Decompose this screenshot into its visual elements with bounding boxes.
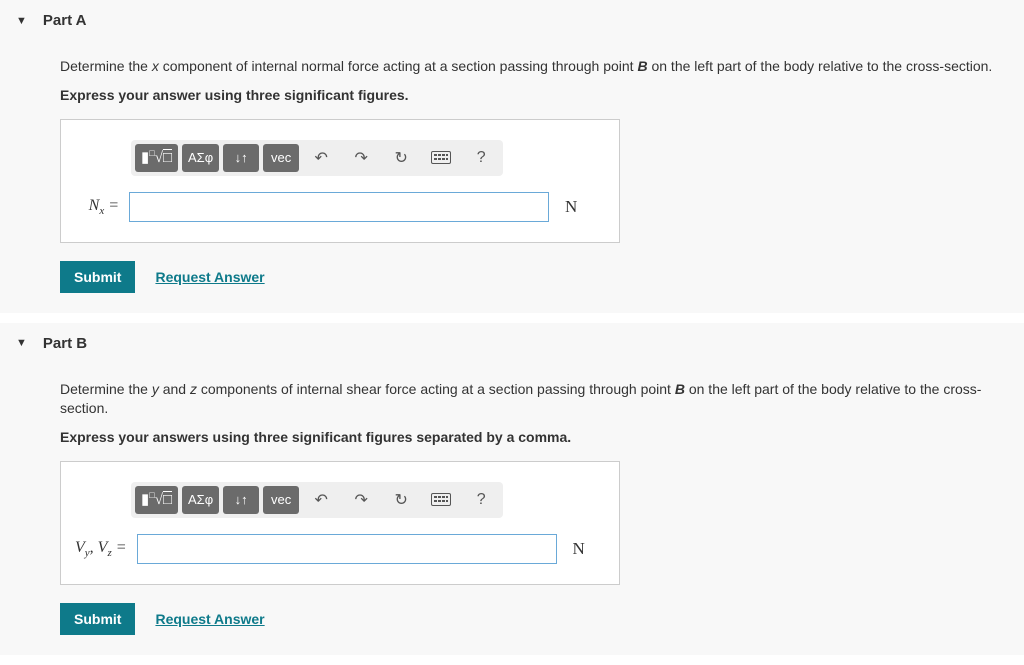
part-b-answer-box: ▮□√□ ΑΣφ ↓↑ vec ↶ ↷ ↻ ? Vy, Vz = N [60, 461, 620, 585]
request-answer-link[interactable]: Request Answer [155, 611, 264, 627]
part-b-variable-label: Vy, Vz = [75, 539, 127, 559]
variable-z: z [190, 381, 197, 397]
equation-toolbar: ▮□√□ ΑΣφ ↓↑ vec ↶ ↷ ↻ ? [131, 482, 503, 518]
reset-button[interactable]: ↻ [383, 144, 419, 172]
submit-button[interactable]: Submit [60, 261, 135, 293]
part-a-instruction: Express your answer using three signific… [60, 87, 1008, 103]
redo-button[interactable]: ↷ [343, 486, 379, 514]
part-a-actions: Submit Request Answer [60, 261, 1008, 293]
keyboard-icon [431, 151, 451, 164]
submit-button[interactable]: Submit [60, 603, 135, 635]
undo-button[interactable]: ↶ [303, 486, 339, 514]
request-answer-link[interactable]: Request Answer [155, 269, 264, 285]
help-button[interactable]: ? [463, 144, 499, 172]
caret-down-icon: ▼ [16, 337, 27, 349]
text: Determine the [60, 381, 152, 397]
part-b-section: ▼ Part B Determine the y and z component… [0, 323, 1024, 655]
part-b-actions: Submit Request Answer [60, 603, 1008, 635]
part-a-title: Part A [43, 12, 87, 29]
help-button[interactable]: ? [463, 486, 499, 514]
text: on the left part of the body relative to… [648, 58, 993, 74]
templates-button[interactable]: ▮□√□ [135, 144, 178, 172]
greek-button[interactable]: ΑΣφ [182, 144, 219, 172]
subsuper-button[interactable]: ↓↑ [223, 144, 259, 172]
subsuper-button[interactable]: ↓↑ [223, 486, 259, 514]
part-b-title: Part B [43, 335, 87, 352]
text: component of internal normal force actin… [159, 58, 638, 74]
variable-y: y [152, 381, 159, 397]
part-a-unit: N [565, 197, 577, 217]
variable-B: B [675, 381, 685, 397]
part-a-answer-box: ▮□√□ ΑΣφ ↓↑ vec ↶ ↷ ↻ ? Nx = N [60, 119, 620, 243]
part-a-variable-label: Nx = [75, 197, 119, 217]
reset-button[interactable]: ↻ [383, 486, 419, 514]
part-a-input-row: Nx = N [75, 192, 605, 222]
vector-button[interactable]: vec [263, 144, 299, 172]
text: components of internal shear force actin… [197, 381, 675, 397]
keyboard-button[interactable] [423, 486, 459, 514]
text: Determine the [60, 58, 152, 74]
text: and [159, 381, 190, 397]
greek-button[interactable]: ΑΣφ [182, 486, 219, 514]
part-a-answer-input[interactable] [129, 192, 549, 222]
caret-down-icon: ▼ [16, 15, 27, 27]
equation-toolbar: ▮□√□ ΑΣφ ↓↑ vec ↶ ↷ ↻ ? [131, 140, 503, 176]
part-a-prompt: Determine the x component of internal no… [60, 57, 1008, 77]
part-b-body: Determine the y and z components of inte… [0, 364, 1024, 655]
redo-button[interactable]: ↷ [343, 144, 379, 172]
part-a-header[interactable]: ▼ Part A [0, 0, 1024, 41]
part-b-instruction: Express your answers using three signifi… [60, 429, 1008, 445]
variable-x: x [152, 58, 159, 74]
part-b-unit: N [573, 539, 585, 559]
part-a-body: Determine the x component of internal no… [0, 41, 1024, 313]
keyboard-button[interactable] [423, 144, 459, 172]
undo-button[interactable]: ↶ [303, 144, 339, 172]
part-b-answer-input[interactable] [137, 534, 557, 564]
vector-button[interactable]: vec [263, 486, 299, 514]
variable-B: B [637, 58, 647, 74]
keyboard-icon [431, 493, 451, 506]
part-a-section: ▼ Part A Determine the x component of in… [0, 0, 1024, 313]
templates-button[interactable]: ▮□√□ [135, 486, 178, 514]
part-b-prompt: Determine the y and z components of inte… [60, 380, 1008, 419]
part-b-input-row: Vy, Vz = N [75, 534, 605, 564]
part-b-header[interactable]: ▼ Part B [0, 323, 1024, 364]
